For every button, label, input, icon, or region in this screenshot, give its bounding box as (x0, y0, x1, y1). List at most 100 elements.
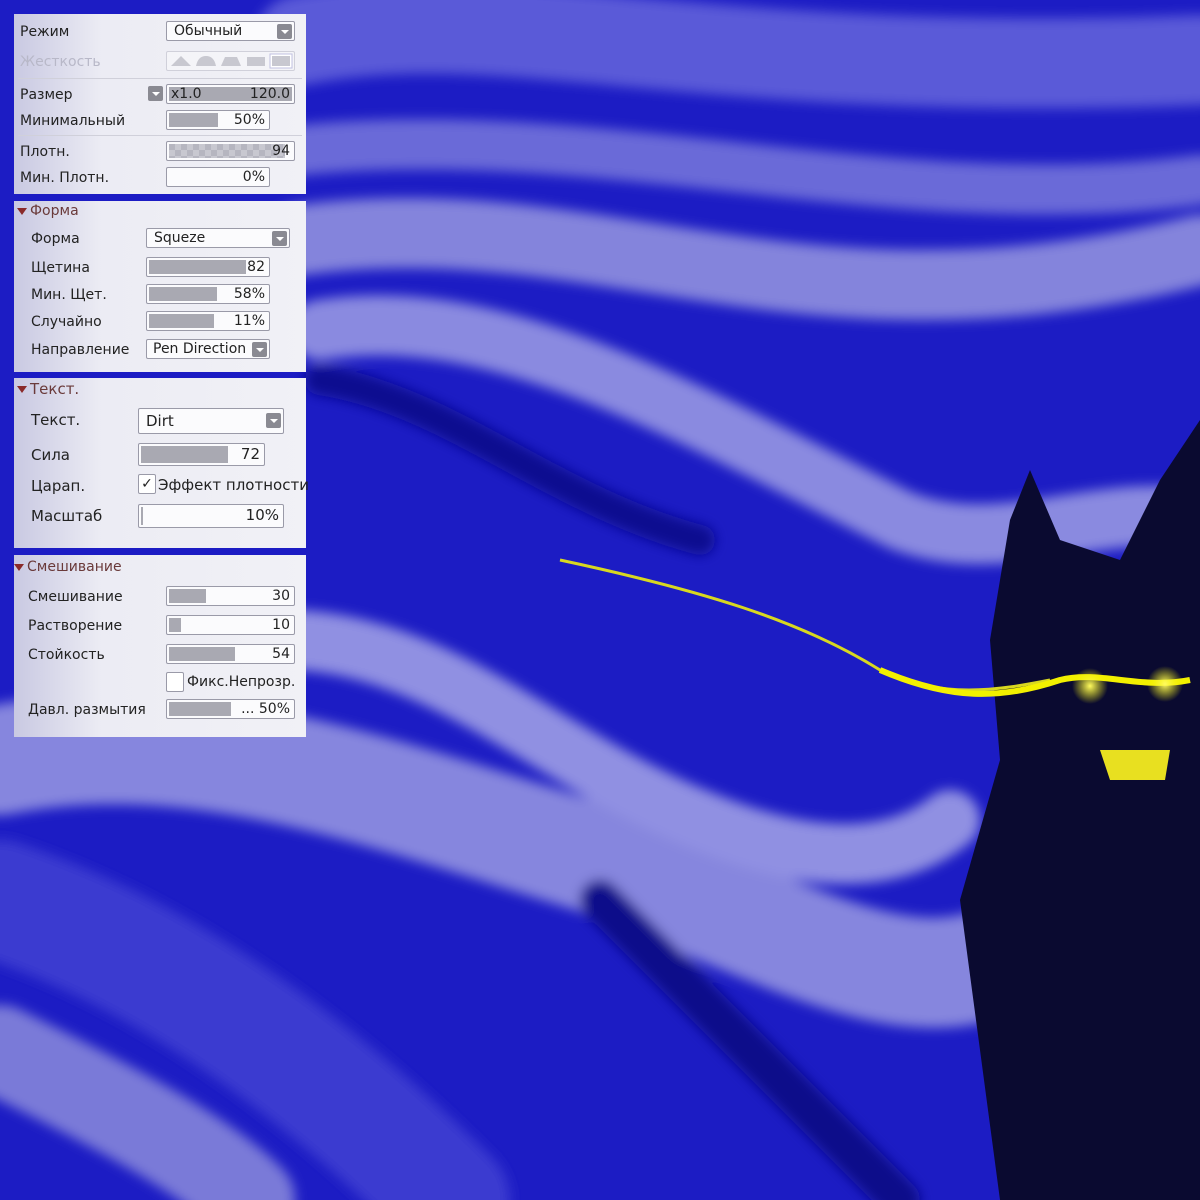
persistence-label: Стойкость (28, 647, 105, 663)
scale-label: Масштаб (31, 507, 103, 525)
hardness-option-3-icon[interactable] (219, 52, 243, 70)
random-value: 11% (233, 313, 265, 329)
strength-value: 72 (240, 445, 260, 463)
mode-dropdown[interactable]: Обычный (166, 21, 295, 41)
bristle-slider[interactable]: 82 (146, 257, 270, 277)
scale-row: Масштаб 10% (14, 504, 306, 528)
chevron-down-icon (272, 231, 287, 246)
hardness-option-2-icon[interactable] (194, 52, 218, 70)
texture-row: Текст. Dirt (14, 408, 306, 434)
density-effect-label: Эффект плотности (158, 476, 309, 494)
hardness-option-5-icon[interactable] (269, 52, 293, 70)
persistence-slider[interactable]: 54 (166, 644, 295, 664)
dilution-value: 10 (272, 617, 290, 633)
slider-fill (169, 647, 236, 661)
random-slider[interactable]: 11% (146, 311, 270, 331)
blur-pressure-row: Давл. размытия ... 50% (14, 699, 306, 721)
random-label: Случайно (31, 314, 102, 330)
hardness-row: Жесткость (14, 51, 306, 73)
size-multiplier: x1.0 (171, 86, 202, 102)
slider-fill (149, 260, 246, 274)
mode-row: Режим Обычный (14, 21, 306, 43)
min-size-label: Минимальный (20, 113, 126, 129)
size-value: 120.0 (249, 86, 290, 102)
hardness-option-4-icon[interactable] (244, 52, 268, 70)
blending-row: Смешивание 30 (14, 586, 306, 608)
checkmark-icon: ✓ (141, 476, 153, 492)
texture-section-toggle[interactable]: Текст. (17, 380, 79, 398)
hardness-label: Жесткость (20, 54, 101, 70)
min-bristle-label: Мин. Щет. (31, 287, 107, 303)
blur-pressure-label: Давл. размытия (28, 702, 146, 718)
min-bristle-row: Мин. Щет. 58% (14, 284, 306, 306)
blending-slider[interactable]: 30 (166, 586, 295, 606)
dilution-label: Растворение (28, 618, 123, 634)
dilution-slider[interactable]: 10 (166, 615, 295, 635)
fix-opacity-checkbox[interactable] (166, 672, 184, 692)
min-density-row: Мин. Плотн. 0% (14, 167, 306, 189)
slider-fill (149, 314, 214, 328)
slider-fill (169, 702, 231, 716)
density-value: 94 (272, 143, 290, 159)
scale-slider[interactable]: 10% (138, 504, 284, 528)
fix-opacity-row: Фикс.Непрозр. (14, 672, 306, 694)
random-row: Случайно 11% (14, 311, 306, 333)
texture-label: Текст. (31, 411, 81, 429)
shape-label: Форма (31, 231, 80, 247)
texture-panel: Текст. Текст. Dirt Сила 72 Царап. ✓ Эффе… (14, 378, 309, 548)
min-size-value: 50% (233, 112, 265, 128)
hardness-option-1-icon[interactable] (169, 52, 193, 70)
slider-fill (149, 287, 218, 301)
bristle-row: Щетина 82 (14, 257, 306, 279)
chevron-down-icon (266, 413, 281, 428)
strength-label: Сила (31, 446, 71, 464)
strength-slider[interactable]: 72 (138, 443, 265, 466)
texture-dropdown[interactable]: Dirt (138, 408, 284, 434)
chevron-down-icon (252, 342, 267, 357)
hardness-selector (166, 51, 295, 71)
density-row: Плотн. 94 (14, 141, 306, 163)
direction-row: Направление Pen Direction (14, 339, 306, 361)
blending-panel: Смешивание Смешивание 30 Растворение 10 … (14, 555, 306, 737)
shape-dropdown[interactable]: Squeze (146, 228, 290, 248)
blending-label: Смешивание (28, 589, 123, 605)
blur-pressure-slider[interactable]: ... 50% (166, 699, 295, 719)
direction-dropdown[interactable]: Pen Direction (146, 339, 270, 359)
texture-value: Dirt (146, 412, 174, 430)
slider-fill (169, 144, 285, 158)
blending-section-toggle[interactable]: Смешивание (14, 559, 122, 575)
density-label: Плотн. (20, 144, 70, 160)
size-multiplier-dropdown[interactable] (145, 84, 163, 104)
shape-row: Форма Squeze (14, 228, 306, 250)
blending-value: 30 (272, 588, 290, 604)
mode-label: Режим (20, 24, 70, 40)
bristle-label: Щетина (31, 260, 90, 276)
dilution-row: Растворение 10 (14, 615, 306, 637)
min-size-slider[interactable]: 50% (166, 110, 270, 130)
scale-value: 10% (245, 506, 279, 524)
strength-row: Сила 72 (14, 443, 306, 466)
fix-opacity-label: Фикс.Непрозр. (187, 674, 296, 690)
min-bristle-value: 58% (233, 286, 265, 302)
brush-general-panel: Режим Обычный Жесткость Размер x1.0 120.… (14, 14, 306, 194)
direction-label: Направление (31, 342, 130, 358)
density-slider[interactable]: 94 (166, 141, 295, 161)
size-label: Размер (20, 87, 73, 103)
slider-fill (169, 113, 218, 127)
shape-panel: Форма Форма Squeze Щетина 82 Мин. Щет. 5… (14, 201, 306, 372)
mode-value: Обычный (174, 23, 243, 39)
direction-value: Pen Direction (153, 341, 247, 357)
size-row: Размер x1.0 120.0 (14, 84, 306, 106)
blur-pressure-value: ... 50% (241, 701, 290, 717)
shape-value: Squeze (154, 230, 206, 246)
size-slider[interactable]: x1.0 120.0 (166, 84, 295, 104)
min-size-row: Минимальный 50% (14, 110, 306, 132)
shape-section-toggle[interactable]: Форма (17, 203, 79, 219)
divider (18, 135, 302, 136)
persistence-value: 54 (272, 646, 290, 662)
min-bristle-slider[interactable]: 58% (146, 284, 270, 304)
min-density-slider[interactable]: 0% (166, 167, 270, 187)
divider (18, 78, 302, 79)
density-effect-checkbox[interactable]: ✓ (138, 474, 156, 494)
chevron-down-icon (148, 86, 163, 101)
